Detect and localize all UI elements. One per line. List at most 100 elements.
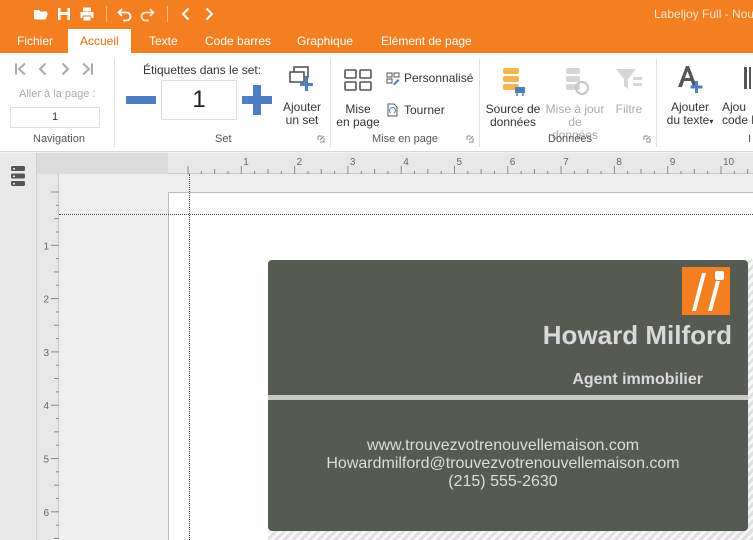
first-page-icon[interactable] [13,61,29,77]
card-name-text[interactable]: Howard Milford [290,320,732,351]
horizontal-ruler: 1234567891011 [168,153,753,174]
ruler-label: 3 [350,157,356,168]
set-launcher-icon[interactable] [317,135,325,143]
ruler-label: 6 [510,157,516,168]
add-barcode-line2: code b [722,113,753,127]
last-page-icon[interactable] [79,61,95,77]
separator [167,6,168,22]
add-text-button[interactable]: Ajouter du texte▾ [662,63,718,128]
ruler-label: 4 [403,157,409,168]
ruler-label: 4 [43,401,49,412]
group-label-data: Données [548,133,593,145]
tab-accueil[interactable]: Accueil [68,29,131,53]
ruler-label: 2 [297,157,303,168]
redo-icon[interactable] [138,5,156,23]
print-icon[interactable] [78,5,96,23]
labels-in-set-label: Étiquettes dans le set: [143,63,262,77]
ribbon: Aller à la page : 1 Navigation Étiquette… [0,53,753,152]
rotate-button[interactable]: Tourner [386,103,445,117]
add-set-line2: un set [285,113,319,127]
decrease-labels-button[interactable] [126,96,156,104]
back-icon[interactable] [177,5,195,23]
layout-grid-icon [344,69,372,91]
card-role-text[interactable]: Agent immobilier [290,371,703,389]
update-data-button[interactable]: Mise à jour de données [544,65,606,142]
refresh-data-icon [566,68,589,95]
add-set-icon [289,66,313,91]
group-label-insert: I [748,133,752,145]
ruler-label: 9 [670,157,676,168]
database-icon [503,68,525,96]
filter-icon [616,69,642,89]
customize-label: Personnalisé [404,71,474,85]
card-website-text[interactable]: www.trouvezvotrenouvellemaison.com [268,437,738,455]
group-label-navigation: Navigation [33,133,85,145]
ruler-label: 1 [243,157,249,168]
card-email-text[interactable]: Howardmilford@trouvezvotrenouvellemaison… [268,455,738,473]
separator [106,6,107,22]
labels-in-set-input[interactable]: 1 [161,80,237,120]
update-data-line1: Mise à jour [545,102,605,116]
add-barcode-line1: Ajou [722,100,747,114]
undo-icon[interactable] [116,5,134,23]
data-source-line2: données [489,115,537,129]
save-icon[interactable] [55,5,73,23]
customize-icon [386,72,400,85]
layers-icon[interactable] [10,165,26,187]
layout-line1: Mise [345,102,371,116]
ribbon-tabs: Fichier Accueil Texte Code barres Graphi… [0,29,753,53]
forward-icon[interactable] [200,5,218,23]
group-separator [330,59,331,147]
margin-guide-vertical [189,174,190,540]
tab-graphique[interactable]: Graphique [297,33,353,53]
ruler-label: 2 [43,295,49,306]
group-separator [114,59,115,147]
card-divider-line[interactable] [268,395,748,400]
ruler-label: 5 [457,157,463,168]
window-title: Labeljoy Full - Nou [654,7,753,21]
ruler-label: 8 [616,157,622,168]
title-bar: Labeljoy Full - Nou [0,0,753,29]
layout-button[interactable]: Mise en page [336,65,380,129]
filter-button[interactable]: Filtre [610,65,648,116]
company-logo[interactable] [682,267,730,315]
rotate-icon [387,103,398,117]
tab-code-barres[interactable]: Code barres [205,33,271,53]
card-phone-text[interactable]: (215) 555-2630 [268,473,738,491]
increase-labels-button[interactable] [242,85,272,115]
open-icon[interactable] [32,5,50,23]
group-separator [656,59,657,147]
tab-fichier[interactable]: Fichier [17,33,53,53]
data-launcher-icon[interactable] [643,135,651,143]
vertical-ruler: 1 2 3 4 5 6 [37,174,59,540]
group-separator [479,59,480,147]
tab-texte[interactable]: Texte [149,33,178,53]
customize-button[interactable]: Personnalisé [386,71,473,85]
next-page-icon[interactable] [57,61,73,77]
prev-page-icon[interactable] [35,61,51,77]
add-barcode-button[interactable]: Ajou code b [722,63,753,127]
ruler-label: 10 [723,157,735,168]
tab-element-de-page[interactable]: Elément de page [381,33,472,53]
ruler-label: 3 [43,348,49,359]
filter-label: Filtre [615,102,643,116]
label-edge-hatch [268,531,753,540]
ruler-corner [37,153,168,174]
group-label-set: Set [215,133,232,145]
add-set-line1: Ajouter [282,100,322,114]
goto-page-label: Aller à la page : [19,88,96,100]
rotate-label: Tourner [404,103,445,117]
layout-launcher-icon[interactable] [466,135,474,143]
ruler-label: 6 [43,508,49,519]
add-text-line2: du texte [666,113,710,127]
left-sidebar [0,153,37,540]
page-number-input[interactable]: 1 [10,107,100,128]
add-set-button[interactable]: Ajouter un set [280,63,324,127]
ruler-label: 1 [43,241,49,252]
data-source-button[interactable]: Source de données [484,65,542,129]
add-text-line1: Ajouter [670,100,710,114]
ruler-label: 7 [563,157,569,168]
barcode-icon [744,67,751,89]
text-icon [678,66,703,93]
margin-guide-horizontal [59,214,753,215]
